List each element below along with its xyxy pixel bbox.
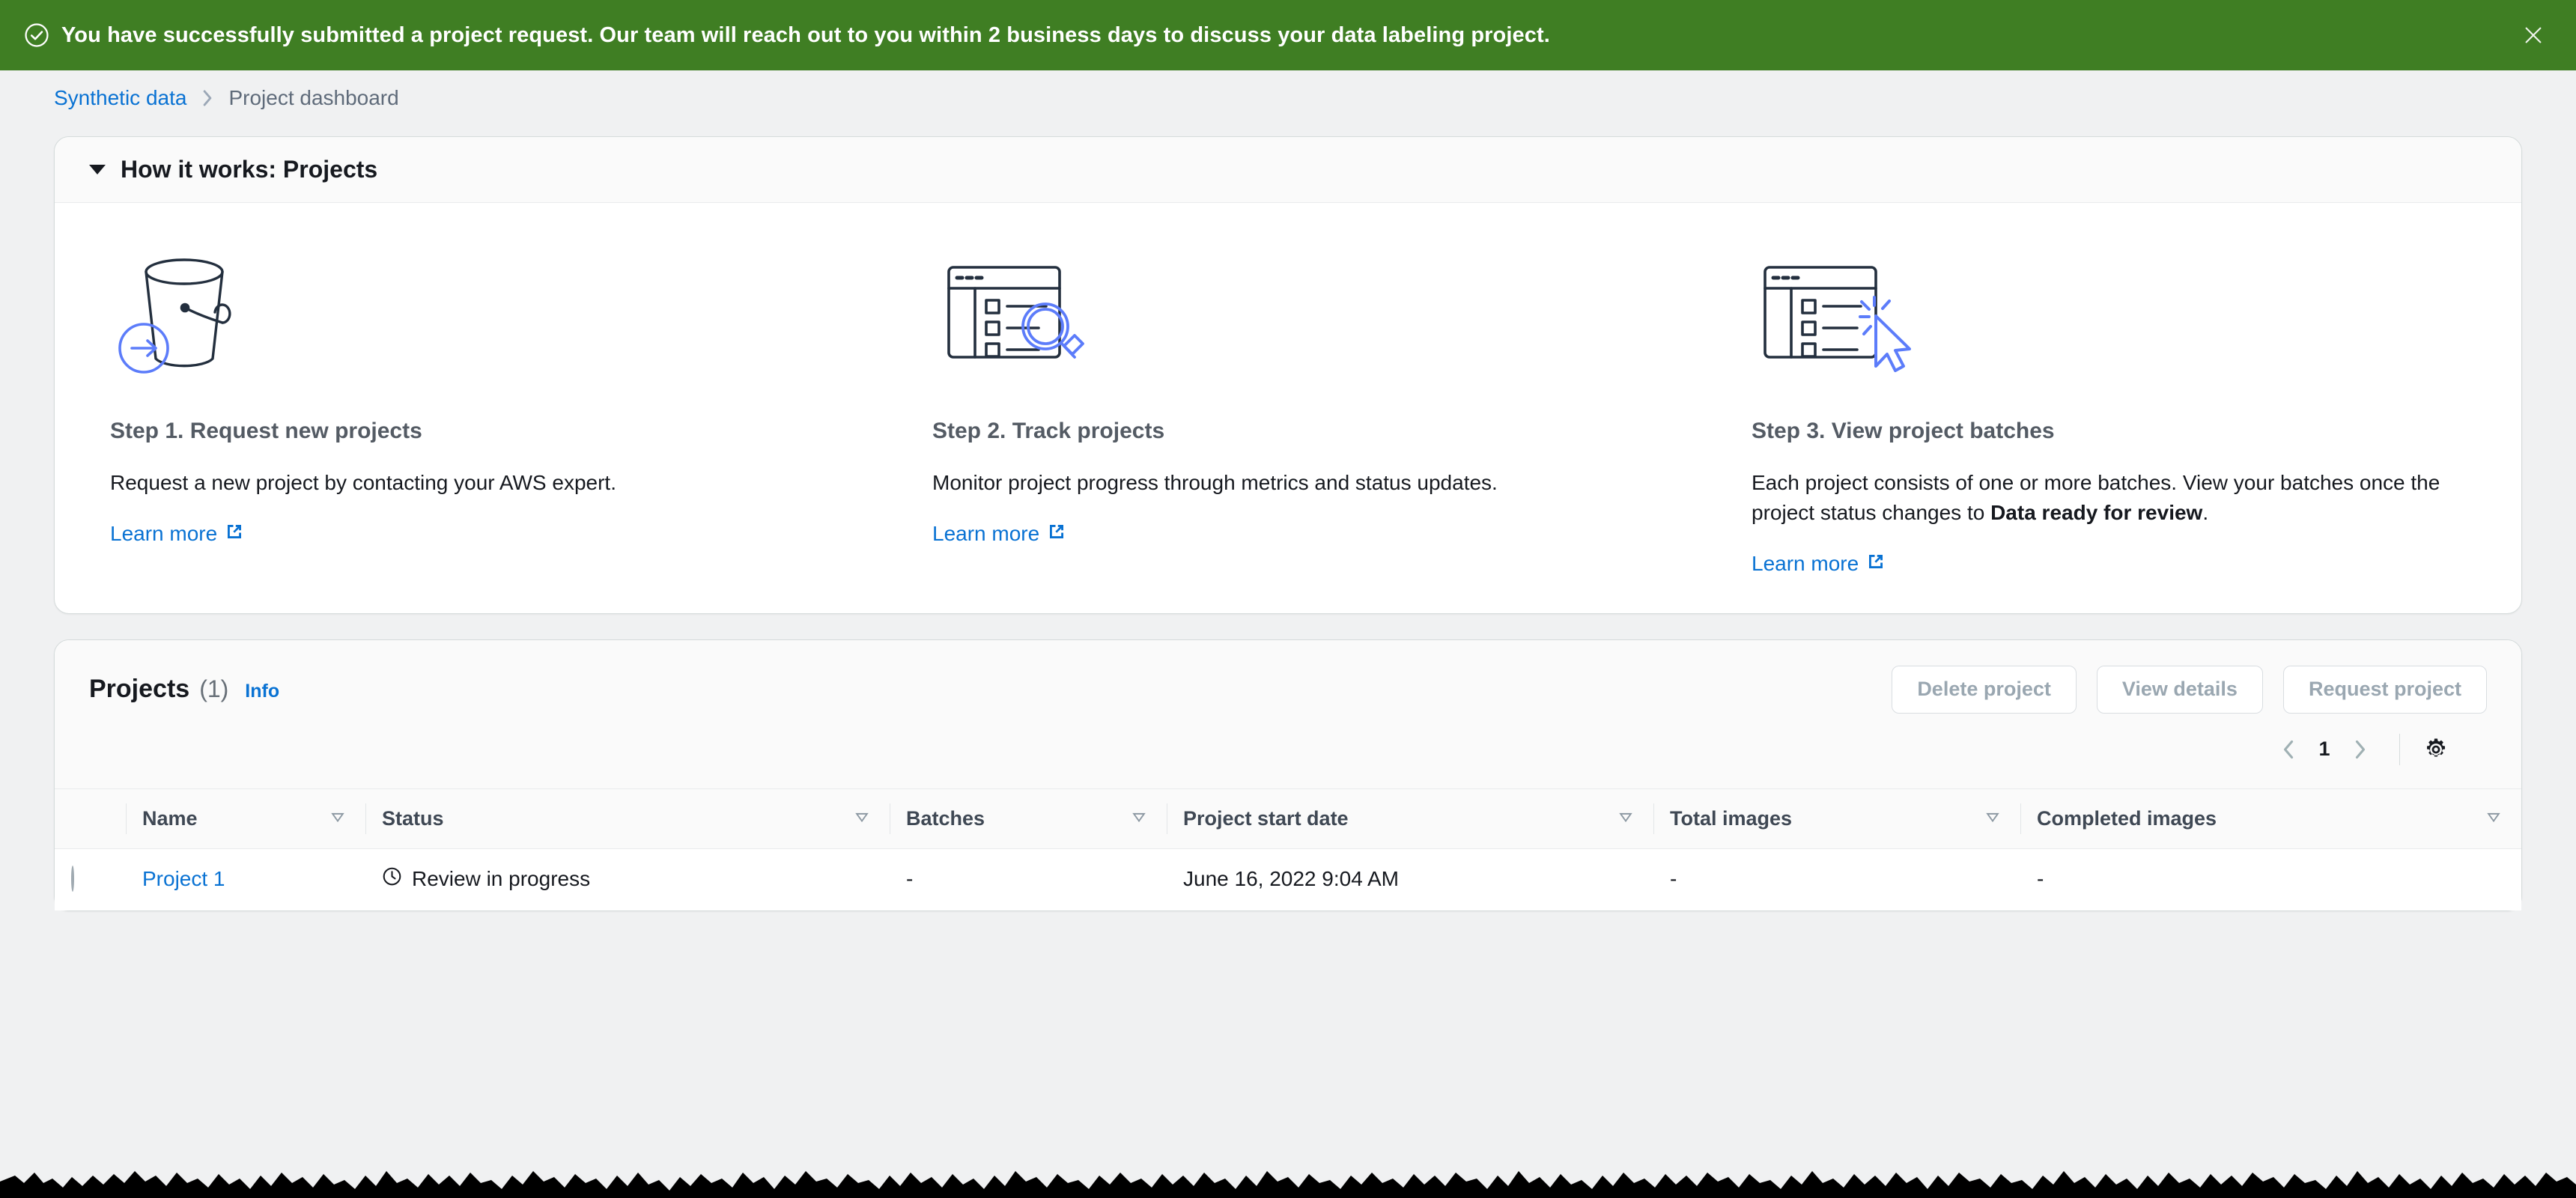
step-title-3: Step 3. View project batches	[1752, 419, 2055, 443]
sort-icon[interactable]	[329, 807, 346, 830]
project-link-project-1[interactable]: Project 1	[142, 867, 225, 890]
external-link-icon	[225, 522, 243, 546]
pending-clock-icon	[382, 866, 402, 892]
breadcrumb: Synthetic data Project dashboard	[0, 70, 2576, 126]
column-divider	[2020, 803, 2021, 834]
how-it-works-title: How it works: Projects	[121, 156, 378, 183]
how-it-works-header[interactable]: How it works: Projects	[55, 137, 2521, 203]
view-details-button[interactable]: View details	[2096, 665, 2263, 714]
gear-icon[interactable]	[2418, 732, 2454, 767]
chevron-left-icon[interactable]	[2269, 730, 2308, 769]
table-row[interactable]: Project 1 Review in progress - June 16, …	[55, 848, 2521, 910]
projects-actions: Delete project View details Request proj…	[1892, 665, 2487, 714]
projects-table: Name Status Batches Project start date T…	[55, 788, 2521, 910]
breadcrumb-item-project-dashboard: Project dashboard	[228, 86, 399, 109]
projects-count: (1)	[199, 675, 229, 702]
pagination-page-1[interactable]: 1	[2308, 738, 2341, 761]
chevron-down-icon[interactable]	[89, 165, 106, 174]
column-label-project-start-date: Project start date	[1183, 806, 1349, 830]
status-text: Review in progress	[412, 867, 591, 890]
chevron-right-icon[interactable]	[2341, 730, 2380, 769]
column-label-name: Name	[142, 806, 198, 830]
column-header-status[interactable]: Status	[365, 788, 890, 849]
step-description-3: Each project consists of one or more bat…	[1752, 468, 2448, 528]
sort-icon[interactable]	[1131, 807, 1147, 830]
how-it-works-steps: Step 1. Request new projects Request a n…	[55, 203, 2521, 613]
projects-title-group: Projects (1) Info	[89, 675, 279, 704]
browser-checklist-magnifier-icon	[932, 234, 1656, 384]
how-it-works-panel: How it works: Projects Step 1. Request n…	[54, 136, 2522, 614]
projects-panel: Projects (1) Info Delete project View de…	[54, 639, 2522, 911]
step-description-3-bold: Data ready for review	[1990, 500, 2203, 524]
column-header-batches[interactable]: Batches	[890, 788, 1167, 849]
breadcrumb-separator-icon	[200, 88, 215, 108]
pagination-divider	[2399, 733, 2400, 765]
column-label-status: Status	[382, 806, 444, 830]
column-divider	[365, 803, 366, 834]
learn-more-label-1: Learn more	[110, 521, 218, 545]
learn-more-link-2[interactable]: Learn more	[932, 522, 1066, 546]
step-description-3-after: .	[2202, 500, 2209, 524]
learn-more-label-2: Learn more	[932, 521, 1040, 545]
info-link[interactable]: Info	[245, 681, 279, 702]
breadcrumb-item-synthetic-data[interactable]: Synthetic data	[54, 86, 186, 110]
column-header-project-start-date[interactable]: Project start date	[1167, 788, 1653, 849]
cell-name: Project 1	[126, 848, 365, 910]
close-icon[interactable]	[2516, 18, 2551, 52]
status-badge: Review in progress	[382, 866, 890, 892]
browser-checklist-cursor-icon	[1752, 234, 2475, 384]
column-header-completed-images[interactable]: Completed images	[2020, 788, 2521, 849]
sort-icon[interactable]	[1984, 807, 2001, 830]
step-description-2: Monitor project progress through metrics…	[932, 471, 1498, 494]
step-title-2: Step 2. Track projects	[932, 419, 1165, 443]
external-link-icon	[1048, 522, 1066, 546]
step-description-1: Request a new project by contacting your…	[110, 471, 616, 494]
flash-content: You have successfully submitted a projec…	[24, 22, 2516, 49]
step-card-1: Step 1. Request new projects Request a n…	[55, 234, 880, 576]
column-label-batches: Batches	[906, 806, 985, 830]
status-positive-icon	[24, 22, 49, 48]
column-divider	[1653, 803, 1654, 834]
learn-more-label-3: Learn more	[1752, 551, 1859, 575]
success-flash-banner: You have successfully submitted a projec…	[0, 0, 2576, 70]
external-link-icon	[1867, 552, 1885, 576]
column-label-total-images: Total images	[1670, 806, 1793, 830]
cell-completed-images: -	[2020, 848, 2521, 910]
s3-bucket-arrow-icon	[110, 234, 833, 384]
select-all-header	[55, 788, 126, 849]
step-card-2: Step 2. Track projects Monitor project p…	[880, 234, 1702, 576]
cell-batches: -	[890, 848, 1167, 910]
projects-panel-header: Projects (1) Info Delete project View de…	[55, 639, 2521, 788]
torn-page-edge	[0, 1171, 2576, 1198]
cell-total-images: -	[1653, 848, 2020, 910]
flash-message: You have successfully submitted a projec…	[61, 22, 1550, 47]
column-label-completed-images: Completed images	[2037, 806, 2217, 830]
row-radio-button[interactable]	[71, 866, 74, 892]
table-header-row: Name Status Batches Project start date T…	[55, 788, 2521, 849]
column-header-name[interactable]: Name	[126, 788, 365, 849]
column-header-total-images[interactable]: Total images	[1653, 788, 2020, 849]
sort-icon[interactable]	[1617, 807, 1634, 830]
step-card-3: Step 3. View project batches Each projec…	[1702, 234, 2521, 576]
request-project-button[interactable]: Request project	[2282, 665, 2487, 714]
sort-icon[interactable]	[2485, 807, 2502, 830]
cell-project-start-date: June 16, 2022 9:04 AM	[1167, 848, 1653, 910]
learn-more-link-1[interactable]: Learn more	[110, 522, 243, 546]
sort-icon[interactable]	[854, 807, 870, 830]
column-divider	[126, 803, 127, 834]
step-title-1: Step 1. Request new projects	[110, 419, 422, 443]
cell-status: Review in progress	[365, 848, 890, 910]
learn-more-link-3[interactable]: Learn more	[1752, 552, 1885, 576]
pagination: 1	[89, 714, 2487, 788]
delete-project-button[interactable]: Delete project	[1892, 665, 2077, 714]
page-title: Projects	[89, 675, 190, 703]
projects-header-row: Projects (1) Info Delete project View de…	[89, 665, 2487, 714]
row-select-cell	[55, 848, 126, 910]
